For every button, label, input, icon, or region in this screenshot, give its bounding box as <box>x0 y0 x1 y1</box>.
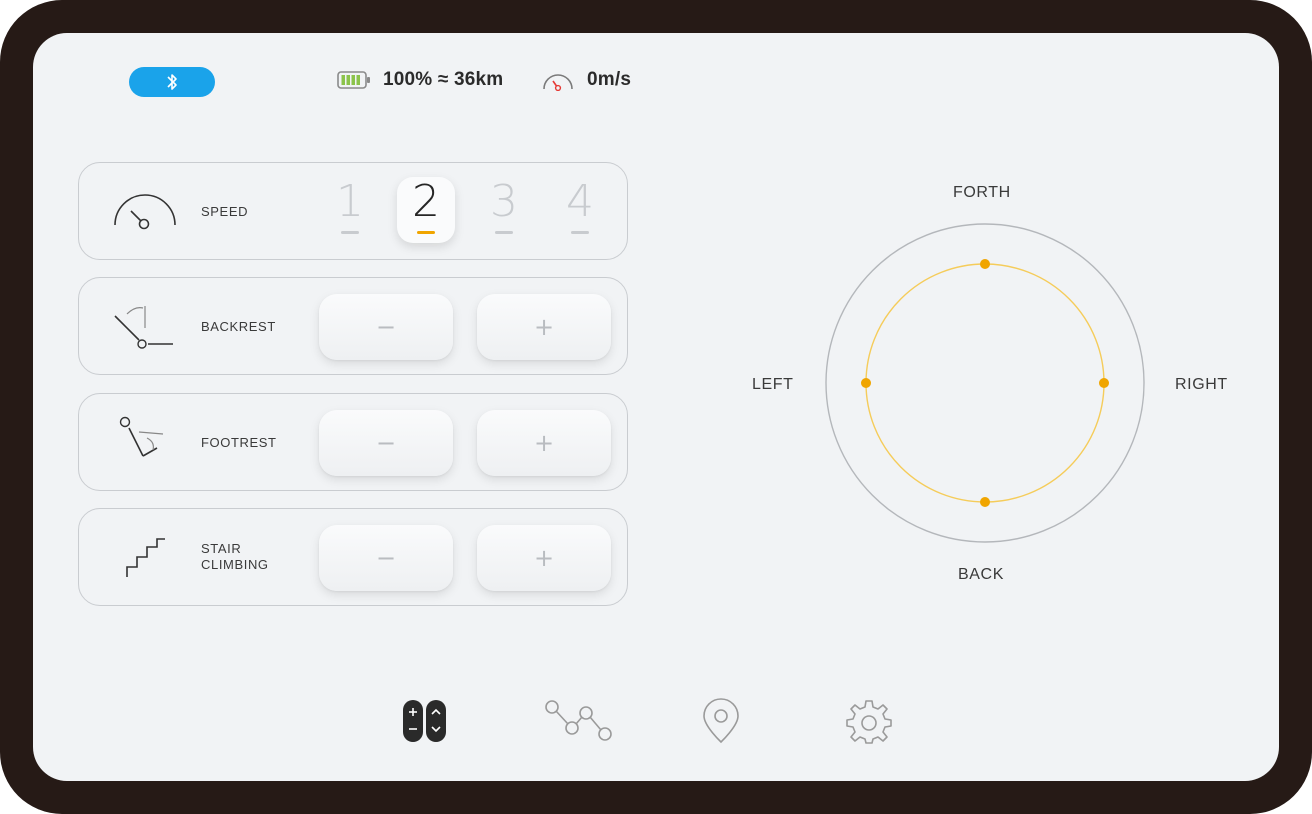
footrest-panel: FOOTREST − + <box>78 393 628 491</box>
plus-icon: + <box>533 313 555 341</box>
joystick-back-dot <box>980 497 990 507</box>
nav-settings[interactable] <box>839 695 899 747</box>
speed-level-4[interactable]: 4 <box>551 177 609 243</box>
battery-status: 100% ≈ 36km <box>337 69 503 91</box>
settings-gear-icon <box>846 700 892 744</box>
speed-level-number: 4 <box>566 176 594 227</box>
plus-icon: + <box>533 429 555 457</box>
stair-climbing-label: STAIR CLIMBING <box>201 541 269 573</box>
stairs-icon <box>126 538 165 577</box>
joystick-left-dot <box>861 378 871 388</box>
joystick-forth-dot <box>980 259 990 269</box>
device-frame: 100% ≈ 36km 0m/s SPEED 1 2 3 4 BACKREST … <box>0 0 1312 814</box>
speedometer-icon <box>114 194 176 230</box>
screen: 100% ≈ 36km 0m/s SPEED 1 2 3 4 BACKREST … <box>33 33 1279 781</box>
footrest-icon <box>119 416 164 457</box>
minus-icon: − <box>375 429 397 457</box>
speed-level-indicator <box>417 231 435 234</box>
speed-level-number: 2 <box>412 176 440 227</box>
speed-level-3[interactable]: 3 <box>475 177 533 243</box>
route-icon <box>545 700 612 741</box>
speed-level-number: 3 <box>490 176 518 227</box>
plus-icon: + <box>533 544 555 572</box>
backrest-label: BACKREST <box>201 319 276 334</box>
speed-status: 0m/s <box>541 69 631 91</box>
battery-icon <box>337 71 370 89</box>
speed-panel: SPEED 1 2 3 4 <box>78 162 628 260</box>
stair-label-line1: STAIR <box>201 541 242 556</box>
speed-level-indicator <box>571 231 589 234</box>
footrest-increase-button[interactable]: + <box>477 410 611 476</box>
footrest-label: FOOTREST <box>201 435 277 450</box>
battery-text: 100% ≈ 36km <box>383 69 504 90</box>
stair-increase-button[interactable]: + <box>477 525 611 591</box>
joystick-inner-ring <box>865 263 1105 503</box>
nav-location[interactable] <box>691 695 751 747</box>
backrest-increase-button[interactable]: + <box>477 294 611 360</box>
bluetooth-icon <box>167 74 177 90</box>
direction-joystick[interactable] <box>824 222 1146 544</box>
backrest-decrease-button[interactable]: − <box>319 294 453 360</box>
minus-icon: − <box>375 313 397 341</box>
remote-control-icon <box>403 700 446 742</box>
speed-level-2[interactable]: 2 <box>397 177 455 243</box>
speed-label: SPEED <box>201 204 249 219</box>
joystick-right-dot <box>1099 378 1109 388</box>
direction-label-left: LEFT <box>752 376 794 393</box>
nav-route[interactable] <box>539 695 619 747</box>
direction-label-forth: FORTH <box>953 184 1011 201</box>
nav-remote-control[interactable] <box>395 695 455 747</box>
bluetooth-button[interactable] <box>129 67 215 97</box>
joystick-outer-ring <box>825 223 1145 543</box>
speed-level-1[interactable]: 1 <box>321 177 379 243</box>
minus-icon: − <box>375 544 397 572</box>
speed-level-number: 1 <box>336 176 364 227</box>
direction-label-right: RIGHT <box>1175 376 1228 393</box>
speed-text: 0m/s <box>587 69 632 90</box>
speed-level-indicator <box>341 231 359 234</box>
stair-label-line2: CLIMBING <box>201 557 269 572</box>
location-pin-icon <box>703 698 739 744</box>
stair-climbing-panel: STAIR CLIMBING − + <box>78 508 628 606</box>
direction-label-back: BACK <box>958 566 1004 583</box>
backrest-icon <box>114 306 173 349</box>
speedometer-icon <box>543 74 573 91</box>
stair-decrease-button[interactable]: − <box>319 525 453 591</box>
footrest-decrease-button[interactable]: − <box>319 410 453 476</box>
backrest-panel: BACKREST − + <box>78 277 628 375</box>
speed-level-indicator <box>495 231 513 234</box>
